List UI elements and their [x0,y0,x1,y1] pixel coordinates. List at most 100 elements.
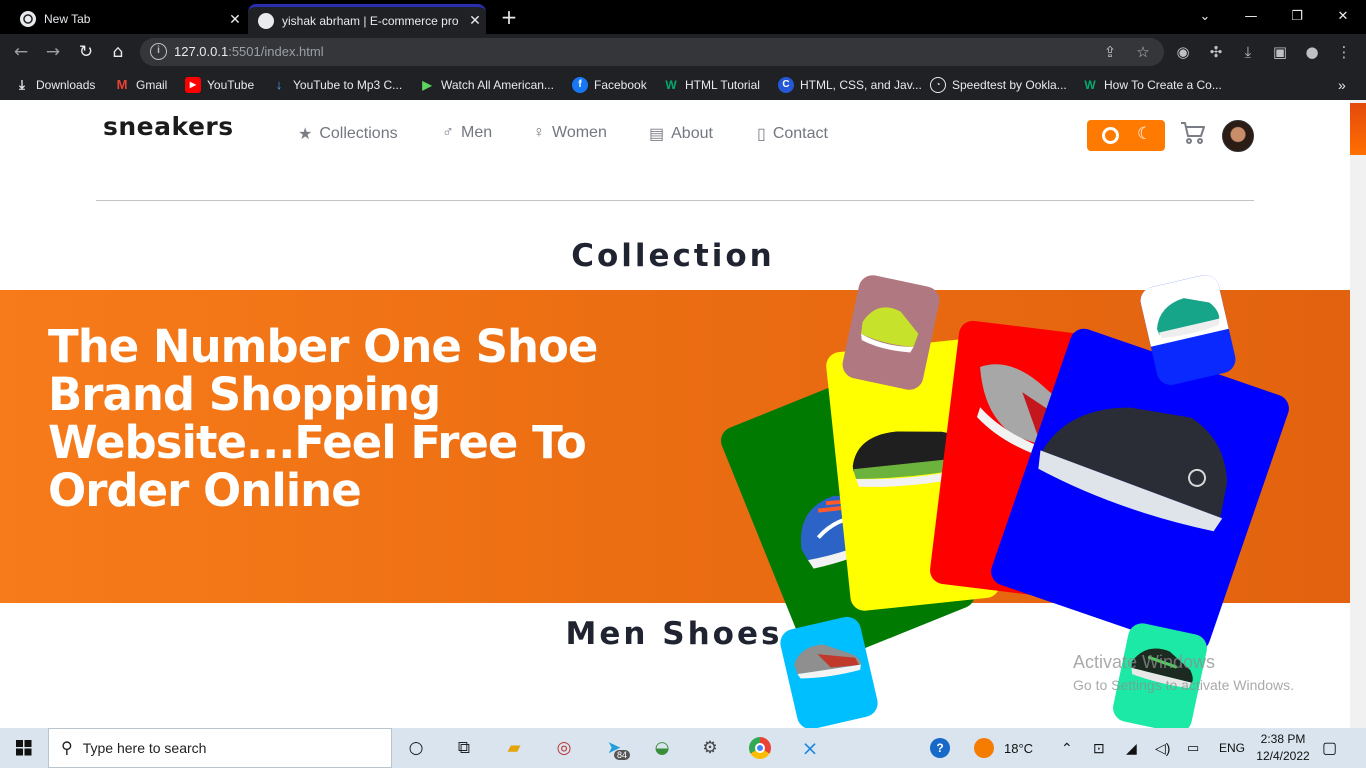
extension-globe-icon[interactable]: ◉ [1172,41,1194,63]
home-icon[interactable]: ⌂ [107,41,129,63]
bookmark-create[interactable]: W How To Create a Co... [1082,76,1222,94]
close-window-button[interactable]: ✕ [1320,6,1366,28]
bookmark-yt-mp3[interactable]: ↓ YouTube to Mp3 C... [271,76,402,94]
address-bar[interactable]: i 127.0.0.1:5501/index.html ⇪ ☆ [140,38,1164,66]
menu-kebab-icon[interactable]: ⋮ [1333,41,1355,63]
sun-icon [974,738,994,758]
c-icon: C [778,77,794,93]
page-scrollbar[interactable] [1350,100,1366,728]
bookmark-gmail[interactable]: M Gmail [114,76,168,94]
forward-icon[interactable]: → [42,41,64,63]
bookmark-facebook[interactable]: f Facebook [572,76,647,94]
side-panel-icon[interactable]: ▣ [1269,41,1291,63]
browser-toolbar: ← → ↻ ⌂ i 127.0.0.1:5501/index.html ⇪ ☆ … [0,34,1366,70]
chrome-taskbar-icon[interactable] [740,732,780,764]
windows-start-icon[interactable] [0,728,48,768]
vscode-icon[interactable]: ⨯ [790,732,830,764]
taskbar-search-input[interactable]: ⚲ Type here to search [48,728,392,768]
tab-new-tab[interactable]: New Tab ✕ [8,4,246,34]
bookmark-html-css-js[interactable]: C HTML, CSS, and Jav... [778,76,922,94]
close-tab-icon[interactable]: ✕ [464,12,486,29]
bookmark-label: Gmail [136,78,168,92]
wifi-icon[interactable]: ◢ [1126,728,1137,768]
bookmark-label: Downloads [36,78,96,92]
weather-temp: 18°C [1004,740,1034,756]
play-icon: ▶ [422,78,432,92]
bookmark-watch[interactable]: ▶ Watch All American... [419,76,554,94]
tab-title: New Tab [44,12,91,26]
task-view-icon[interactable]: ⧉ [444,732,484,764]
cortana-icon[interactable]: ○ [396,732,436,764]
media-player-icon[interactable]: ◎ [544,732,584,764]
browser-tab-bar: New Tab ✕ yishak abrham | E-commerce pro… [0,0,1366,34]
nav-women[interactable]: ♀ Women [533,124,607,142]
header-divider [96,200,1254,201]
show-hidden-icons-icon[interactable]: ⌃ [1061,728,1073,768]
usb-icon[interactable]: ⊡ [1093,728,1105,768]
bookmark-downloads[interactable]: ⤓ Downloads [14,76,95,94]
hero-headline: The Number One Shoe Brand Shopping Websi… [48,320,598,517]
activate-windows-title: Activate Windows [1073,652,1216,672]
shoe-card-mint[interactable] [1110,620,1210,728]
back-icon[interactable]: ← [10,41,32,63]
site-favicon-icon [258,12,274,29]
bookmark-label: YouTube to Mp3 C... [293,78,403,92]
bookmark-speedtest[interactable]: ◔ Speedtest by Ookla... [930,76,1067,94]
reload-icon[interactable]: ↻ [75,41,97,63]
bookmark-label: YouTube [207,78,255,92]
w3schools-icon: W [665,78,677,92]
settings-gear-icon[interactable]: ⚙ [690,732,730,764]
yellow-shoe-image [861,307,919,353]
site-logo[interactable]: sneakers [103,112,234,141]
download-manager-icon[interactable]: ◒ [642,732,682,764]
help-icon[interactable]: ? [930,728,950,768]
file-explorer-icon[interactable]: ▰ [494,732,534,764]
tab-active-site[interactable]: yishak abrham | E-commerce pro ✕ [248,4,486,34]
tab-search-icon[interactable]: ⌄ [1182,6,1228,28]
profile-icon[interactable]: ● [1301,41,1323,63]
share-icon[interactable]: ⇪ [1100,42,1120,62]
bookmark-html-tutorial[interactable]: W HTML Tutorial [663,76,760,94]
nav-about[interactable]: ▤ About [649,124,713,144]
activate-windows-subtitle: Go to Settings to activate Windows. [1073,677,1294,693]
close-tab-icon[interactable]: ✕ [224,11,246,28]
new-tab-button[interactable]: + [498,6,520,28]
bookmark-youtube[interactable]: ▶ YouTube [185,76,254,94]
collection-title: Collection [571,238,775,274]
bookmark-label: HTML, CSS, and Jav... [800,78,922,92]
minimize-button[interactable]: — [1228,6,1274,28]
web-page: sneakers ★ Collections ♂ Men ♀ Women ▤ A… [0,100,1366,728]
more-bookmarks-icon[interactable]: » [1338,76,1346,94]
nav-contact[interactable]: ▯ Contact [757,124,828,144]
user-avatar[interactable] [1222,120,1254,152]
nav-men[interactable]: ♂ Men [442,124,492,142]
telegram-icon[interactable]: ➤ 84 [594,732,634,764]
chrome-icon [20,11,36,27]
restore-button[interactable]: ❐ [1274,6,1320,28]
facebook-icon: f [572,77,588,93]
clock-time: 2:38 PM [1260,732,1306,746]
volume-icon[interactable]: ◁) [1155,728,1170,768]
site-info-icon[interactable]: i [150,43,167,60]
bookmark-star-icon[interactable]: ☆ [1133,42,1153,62]
extensions-puzzle-icon[interactable]: ✣ [1205,41,1227,63]
url-path: :5501/index.html [228,44,324,59]
nav-label: Men [461,124,493,141]
weather-widget[interactable]: 18°C [974,728,1033,768]
contact-book-icon: ▯ [757,126,766,143]
tab-title: yishak abrham | E-commerce pro [282,13,459,28]
language-indicator[interactable]: ENG [1219,728,1245,768]
theme-toggle-button[interactable]: ☾ [1087,120,1165,151]
moon-icon: ☾ [1137,124,1153,144]
scrollbar-thumb[interactable] [1350,103,1366,155]
notifications-icon[interactable]: ▢ [1322,728,1337,768]
battery-icon[interactable]: ▭ [1187,728,1199,768]
downloads-icon[interactable]: ⤓ [1237,41,1259,63]
nav-collections[interactable]: ★ Collections [298,124,398,144]
windows-taskbar: ⚲ Type here to search ○ ⧉ ▰ ◎ ➤ 84 ◒ ⚙ ⨯ … [0,728,1366,768]
url-text[interactable]: 127.0.0.1:5501/index.html [174,44,324,59]
woman-icon: ♀ [533,124,545,141]
cart-icon[interactable] [1180,120,1206,146]
bookmark-label: Watch All American... [441,78,554,92]
taskbar-clock[interactable]: 2:38 PM 12/4/2022 [1250,731,1316,765]
